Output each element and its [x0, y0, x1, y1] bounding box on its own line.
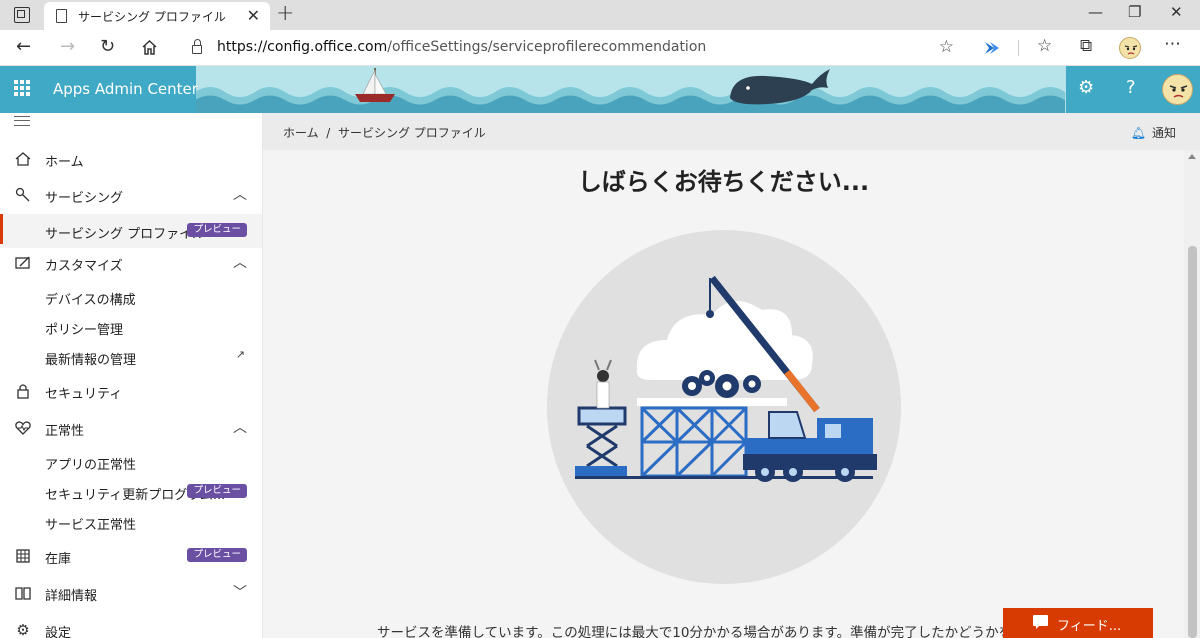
app-header: Apps Admin Center ⚙ ? [0, 66, 1200, 113]
sidebar-item-servicing-profile[interactable]: サービシング プロファイル プレビュー [0, 214, 262, 248]
more-options-icon[interactable]: ⋯ [1164, 34, 1181, 54]
browser-tab[interactable]: サービシング プロファイル ✕ [44, 2, 270, 30]
help-icon[interactable]: ? [1126, 77, 1136, 98]
servicing-icon [15, 187, 30, 202]
header-left-panel: Apps Admin Center [0, 66, 198, 113]
scroll-up-arrow-icon[interactable] [1188, 154, 1196, 159]
forward-icon[interactable]: → [60, 36, 75, 57]
gear-icon[interactable]: ⚙ [1078, 77, 1094, 98]
notifications-button[interactable]: 🔔︎ 通知 [1131, 124, 1176, 141]
tab-title: サービシング プロファイル [78, 10, 226, 24]
gear-icon: ⚙ [16, 621, 30, 638]
chevron-up-icon[interactable]: ︿ [233, 417, 247, 437]
sidebar-item-label: セキュリティ [45, 387, 123, 402]
sidebar-item-learn-more[interactable]: 詳細情報 ﹀ [0, 576, 262, 610]
sidebar-item-service-health[interactable]: サービス正常性 [0, 505, 262, 539]
notifications-label: 通知 [1151, 126, 1176, 140]
sidebar-item-app-health[interactable]: アプリの正常性 [0, 445, 262, 479]
breadcrumb-bar: ホーム / サービシング プロファイル 🔔︎ 通知 [263, 113, 1200, 150]
sidebar-item-label: 詳細情報 [45, 589, 98, 604]
chevron-up-icon[interactable]: ︿ [233, 252, 247, 272]
page-icon [56, 9, 67, 23]
sidebar-item-label: ポリシー管理 [45, 323, 124, 338]
sidebar-item-label: カスタマイズ [45, 259, 123, 274]
app-title[interactable]: Apps Admin Center [53, 80, 198, 98]
hamburger-menu-icon[interactable] [14, 116, 30, 126]
waffle-icon[interactable] [14, 80, 30, 96]
main-content: しばらくお待ちください... サービスを準備しています。この処理には最大で10分… [263, 150, 1184, 638]
minimize-button[interactable]: — [1088, 3, 1103, 21]
book-icon [15, 587, 31, 600]
browser-tab-bar: サービシング プロファイル ✕ + — ❐ ✕ [0, 0, 1200, 30]
bell-icon: 🔔︎ [1130, 126, 1146, 140]
header-banner-art [195, 66, 1065, 113]
toolbar-divider [1018, 40, 1019, 56]
back-icon[interactable]: ← [16, 36, 31, 57]
lock-icon [17, 384, 29, 399]
lock-icon[interactable] [192, 39, 202, 54]
sidebar: ホーム サービシング ︿ サービシング プロファイル プレビュー カスタマイズ … [0, 113, 263, 638]
avatar[interactable] [1162, 74, 1193, 105]
external-link-icon: ↗ [235, 348, 245, 361]
sidebar-item-label: サービシング [45, 191, 124, 206]
construction-illustration [547, 230, 901, 584]
preview-badge: プレビュー [187, 223, 247, 237]
sidebar-item-label: 在庫 [45, 552, 72, 567]
collections-icon[interactable]: ⧉ [1080, 36, 1092, 56]
preview-badge: プレビュー [187, 484, 247, 498]
url-text[interactable]: https://config.office.com/officeSettings… [217, 39, 706, 55]
sidebar-item-policy-management[interactable]: ポリシー管理 [0, 310, 262, 344]
content-scrollbar[interactable] [1184, 150, 1200, 638]
new-tab-button[interactable]: + [276, 1, 294, 26]
feedback-label: フィード... [1057, 619, 1122, 634]
sidebar-item-whats-new[interactable]: 最新情報の管理 ↗ [0, 340, 262, 374]
sidebar-item-label: サービシング プロファイル [45, 227, 206, 242]
browser-toolbar: ← → ↻ https://config.office.com/officeSe… [0, 30, 1200, 66]
address-bar[interactable]: https://config.office.com/officeSettings… [176, 34, 966, 62]
scroll-thumb[interactable] [1188, 246, 1197, 638]
sidebar-item-label: アプリの正常性 [45, 458, 137, 473]
sidebar-item-customize[interactable]: カスタマイズ ︿ [0, 246, 262, 280]
home-icon [15, 152, 31, 166]
favorite-add-icon[interactable]: ☆ [939, 37, 954, 57]
status-message: サービスを準備しています。この処理には最大で10分かかる場合があります。準備が完… [377, 625, 1053, 638]
chevron-down-icon[interactable]: ﹀ [233, 582, 247, 602]
sidebar-item-home[interactable]: ホーム [0, 142, 262, 176]
header-right-panel: ⚙ ? [1066, 66, 1200, 113]
sidebar-item-health[interactable]: 正常性 ︿ [0, 411, 262, 445]
refresh-icon[interactable]: ↻ [100, 36, 115, 57]
sidebar-item-label: 設定 [45, 626, 72, 638]
chat-icon [1033, 615, 1048, 629]
breadcrumb-separator: / [326, 126, 331, 140]
sidebar-item-security-updates[interactable]: セキュリティ更新プログラム... プレビュー [0, 475, 262, 509]
sidebar-item-label: 正常性 [45, 424, 85, 439]
chevron-up-icon[interactable]: ︿ [233, 184, 247, 204]
breadcrumb: ホーム / サービシング プロファイル [283, 124, 486, 141]
window-menu-icon[interactable] [14, 7, 30, 23]
breadcrumb-home[interactable]: ホーム [283, 126, 319, 140]
page-title: しばらくお待ちください... [577, 168, 870, 196]
sidebar-item-security[interactable]: セキュリティ [0, 374, 262, 408]
close-window-button[interactable]: ✕ [1170, 3, 1183, 21]
sidebar-item-inventory[interactable]: 在庫 プレビュー [0, 539, 262, 573]
sidebar-item-label: サービス正常性 [45, 518, 137, 533]
feedback-button[interactable]: フィード... [1003, 608, 1153, 638]
sidebar-item-label: 最新情報の管理 [45, 353, 137, 368]
inventory-icon [16, 549, 30, 563]
favorites-icon[interactable]: ☆ [1037, 36, 1052, 56]
sidebar-item-label: ホーム [45, 155, 84, 170]
heart-icon [15, 421, 31, 435]
extension-icon[interactable] [983, 40, 1001, 56]
profile-avatar[interactable] [1119, 37, 1141, 59]
close-tab-icon[interactable]: ✕ [247, 6, 260, 25]
sidebar-item-device-config[interactable]: デバイスの構成 [0, 280, 262, 314]
customize-icon [15, 256, 30, 269]
restore-button[interactable]: ❐ [1128, 3, 1141, 21]
home-icon[interactable] [141, 39, 158, 56]
sidebar-item-settings[interactable]: ⚙ 設定 [0, 613, 262, 638]
breadcrumb-current: サービシング プロファイル [337, 126, 486, 140]
sidebar-item-label: デバイスの構成 [45, 293, 136, 308]
sidebar-item-servicing[interactable]: サービシング ︿ [0, 178, 262, 212]
preview-badge: プレビュー [187, 548, 247, 562]
